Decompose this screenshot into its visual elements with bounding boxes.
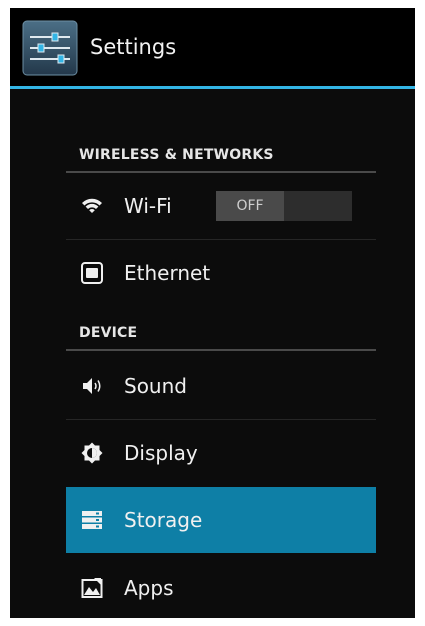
wifi-toggle[interactable]: OFF [216, 191, 352, 221]
ethernet-icon [81, 262, 103, 284]
settings-item-storage[interactable]: Storage [66, 487, 376, 553]
settings-item-label: Display [124, 441, 198, 465]
settings-item-label: Storage [124, 508, 203, 532]
settings-sliders-icon[interactable] [22, 20, 78, 76]
wifi-icon [82, 198, 102, 213]
display-icon [81, 442, 103, 464]
settings-item-ethernet[interactable]: Ethernet [66, 240, 376, 306]
section-header-label: DEVICE [79, 325, 138, 341]
section-header-device: DEVICE [66, 325, 376, 351]
toggle-state-label: OFF [236, 198, 264, 214]
settings-item-sound[interactable]: Sound [66, 353, 376, 420]
toggle-knob: OFF [216, 191, 284, 221]
settings-item-wifi[interactable]: Wi-Fi OFF [66, 173, 376, 240]
action-bar: Settings [10, 8, 415, 89]
section-header-wireless: WIRELESS & NETWORKS [66, 147, 376, 173]
settings-screen: Settings WIRELESS & NETWORKS Wi-Fi OFF E… [10, 8, 415, 618]
settings-item-label: Apps [124, 576, 174, 600]
settings-item-display[interactable]: Display [66, 420, 376, 486]
settings-item-label: Ethernet [124, 261, 211, 285]
storage-icon [82, 511, 102, 529]
section-header-label: WIRELESS & NETWORKS [79, 147, 274, 163]
page-title: Settings [90, 35, 177, 59]
sound-icon [83, 378, 101, 394]
apps-icon [81, 578, 103, 598]
settings-item-apps[interactable]: Apps [66, 555, 376, 618]
settings-item-label: Wi-Fi [124, 194, 172, 218]
settings-item-label: Sound [124, 374, 187, 398]
